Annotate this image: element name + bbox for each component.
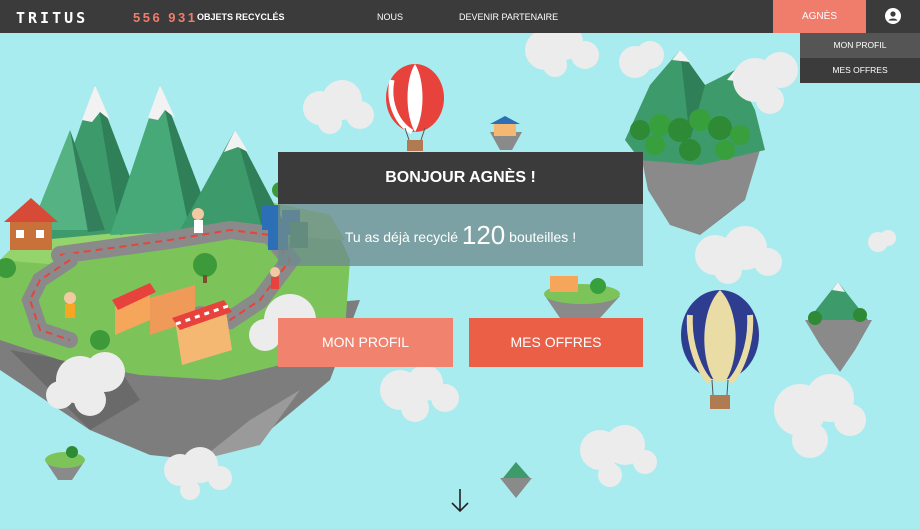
mes-offres-button[interactable]: MES OFFRES: [469, 318, 643, 367]
user-menu-button[interactable]: AGNÈS: [773, 0, 866, 33]
nav-link-nous[interactable]: NOUS: [377, 12, 403, 22]
tritus-logo[interactable]: TRITUS: [16, 9, 88, 27]
menu-item-mon-profil[interactable]: MON PROFIL: [800, 33, 920, 58]
recycled-counter: 556 931: [133, 10, 198, 25]
menu-item-mes-offres[interactable]: MES OFFRES: [800, 58, 920, 83]
arrow-down-icon[interactable]: [448, 487, 472, 515]
user-dropdown-menu: MON PROFIL MES OFFRES: [800, 33, 920, 83]
stat-prefix: Tu as déjà recyclé: [344, 229, 458, 245]
user-icon: [885, 8, 901, 24]
welcome-title: BONJOUR AGNÈS !: [278, 152, 643, 204]
stat-value: 120: [461, 220, 506, 250]
account-button[interactable]: [866, 0, 920, 33]
nav-link-devenir-partenaire[interactable]: DEVENIR PARTENAIRE: [459, 12, 558, 22]
recycled-counter-label: OBJETS RECYCLÉS: [197, 12, 285, 22]
stat-suffix: bouteilles !: [509, 229, 577, 245]
mon-profil-button[interactable]: MON PROFIL: [278, 318, 453, 367]
recycling-stat: Tu as déjà recyclé 120 bouteilles !: [278, 204, 643, 266]
